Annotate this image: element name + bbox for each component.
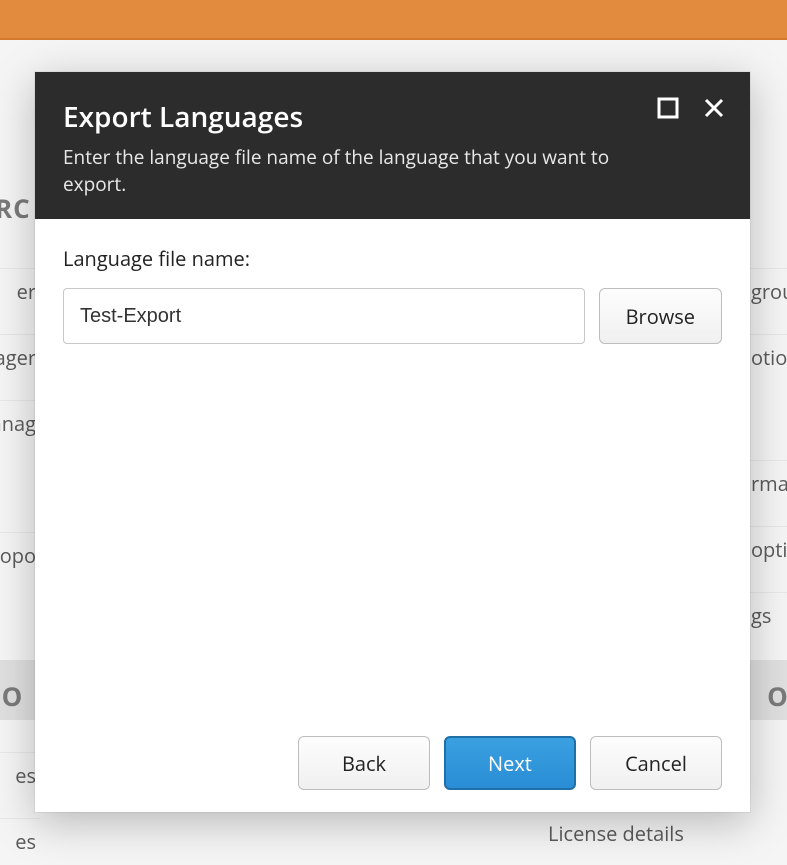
- dialog-subtitle: Enter the language file name of the lang…: [63, 144, 623, 197]
- bg-heading-left: ARC: [0, 190, 31, 226]
- browse-button[interactable]: Browse: [599, 288, 722, 344]
- bg-item-left: es: [0, 752, 40, 798]
- filename-input[interactable]: [63, 288, 585, 344]
- bg-item-right: otion: [747, 334, 787, 380]
- close-button[interactable]: [702, 96, 726, 120]
- dialog-footer: Back Next Cancel: [35, 714, 750, 812]
- bg-item-right: opti: [747, 526, 787, 572]
- export-languages-dialog: Export Languages Enter the language file…: [35, 72, 750, 812]
- bg-heading-left-2: TIO: [0, 678, 23, 714]
- bg-item-right: rma: [747, 460, 787, 506]
- maximize-icon: [657, 97, 679, 119]
- bg-item-right: gs: [747, 592, 787, 638]
- window-controls: [656, 96, 726, 120]
- bg-item-left: er: [0, 268, 40, 314]
- dialog-header: Export Languages Enter the language file…: [35, 72, 750, 219]
- license-details-link[interactable]: License details: [548, 820, 684, 847]
- bg-item-left: opo: [0, 532, 40, 578]
- bg-heading-right: ON: [767, 678, 787, 714]
- cancel-button[interactable]: Cancel: [590, 736, 722, 790]
- bg-item-left: ager: [0, 334, 40, 380]
- dialog-body: Language file name: Browse: [35, 219, 750, 714]
- bg-item-left: anag: [0, 400, 40, 446]
- dialog-title: Export Languages: [63, 98, 722, 136]
- top-orange-bar: [0, 0, 787, 40]
- filename-label: Language file name:: [63, 245, 722, 272]
- bg-item-right: grou: [747, 268, 787, 314]
- filename-row: Browse: [63, 288, 722, 344]
- back-button[interactable]: Back: [298, 736, 430, 790]
- maximize-button[interactable]: [656, 96, 680, 120]
- bg-item-left: es: [0, 818, 40, 864]
- next-button[interactable]: Next: [444, 736, 576, 790]
- close-icon: [703, 97, 725, 119]
